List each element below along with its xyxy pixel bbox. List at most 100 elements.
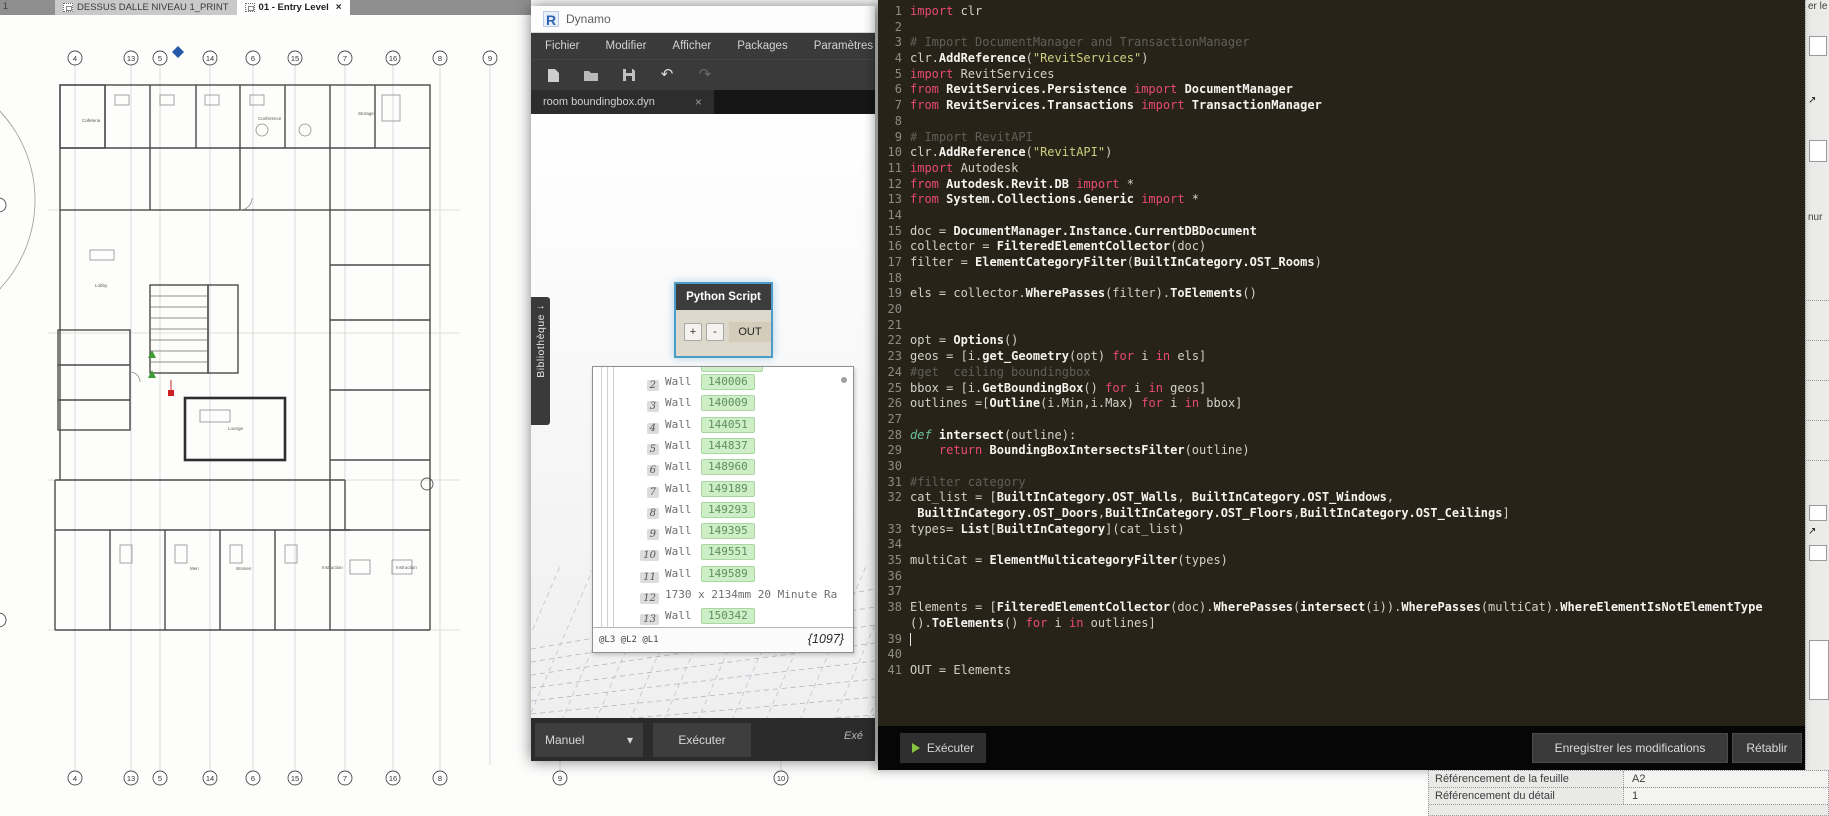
python-node-out-port[interactable]: OUT [729, 322, 771, 342]
view-tab-fragment[interactable]: 1 [0, 0, 10, 15]
grid-bubbles-top: 41351461571689 [68, 51, 497, 65]
walls [55, 85, 430, 630]
arrow-right-icon: → [536, 301, 546, 312]
chevron-down-icon: ▾ [627, 733, 633, 747]
grid-bubble-partial [0, 198, 6, 212]
stair-treads [150, 296, 208, 362]
table-row: Référencement du détail 1 [1429, 788, 1828, 805]
code-line: 2 [878, 20, 1805, 36]
text-cursor [910, 633, 911, 646]
watch-level-tags[interactable]: @L3 @L2 @L1 [599, 635, 659, 645]
python-node-remove-input-button[interactable]: - [706, 323, 724, 341]
redo-icon[interactable]: ↷ [697, 67, 713, 83]
menu-item-paramtres[interactable]: Paramètres [814, 40, 873, 52]
open-file-icon[interactable] [583, 67, 599, 83]
clipped-text-fragment: er le [1808, 1, 1829, 12]
code-line: 13from System.Collections.Generic import… [878, 192, 1805, 208]
code-line: 12from Autodesk.Revit.DB import * [878, 177, 1805, 193]
code-text-area[interactable]: 1import clr23# Import DocumentManager an… [878, 0, 1805, 726]
radial-grid-arc [0, 70, 35, 330]
screen: 41351461571689 4135146157168910 Cafeteri… [0, 0, 1829, 816]
code-line: 41OUT = Elements [878, 663, 1805, 679]
dynamo-run-button[interactable]: Exécuter [653, 723, 751, 757]
menu-item-fichier[interactable]: Fichier [545, 40, 580, 52]
new-file-icon[interactable] [545, 67, 561, 83]
dynamo-titlebar[interactable]: R Dynamo [531, 6, 875, 33]
watch-row: 13Wall150342 [593, 609, 853, 627]
room-label: Men [190, 566, 199, 571]
save-icon[interactable] [621, 67, 637, 83]
grid-bubble-partial [0, 613, 6, 627]
revert-button[interactable]: Rétablir [1732, 733, 1802, 763]
menu-item-afficher[interactable]: Afficher [672, 40, 711, 52]
svg-text:10: 10 [777, 774, 785, 783]
room-label: Lounge [228, 426, 244, 431]
close-tab-icon[interactable]: × [336, 2, 342, 13]
python-node-header[interactable]: Python Script [676, 284, 771, 310]
close-file-tab-icon[interactable]: × [695, 95, 702, 109]
code-line: 14 [878, 208, 1805, 224]
code-line: 28def intersect(outline): [878, 428, 1805, 444]
code-line: 6from RevitServices.Persistence import D… [878, 82, 1805, 98]
view-tab-dessus-dalle[interactable]: DESSUS DALLE NIVEAU 1_PRINT [55, 0, 237, 15]
code-line: 25bbox = [i.GetBoundingBox() for i in ge… [878, 381, 1805, 397]
code-line: 33types= List[BuiltInCategory](cat_list) [878, 522, 1805, 538]
menu-item-packages[interactable]: Packages [737, 40, 788, 52]
code-line: 34 [878, 537, 1805, 553]
watch-scrollbar[interactable] [841, 377, 847, 383]
svg-text:7: 7 [343, 54, 347, 63]
undo-icon[interactable]: ↶ [659, 67, 675, 83]
watch-node[interactable]: 2Wall1400063Wall1400094Wall1440515Wall14… [592, 366, 854, 653]
code-line: 15doc = DocumentManager.Instance.Current… [878, 224, 1805, 240]
background-app-edge: er le ↗ nur ↗ [1805, 0, 1829, 770]
dynamo-window: R Dynamo Fichier Modifier Afficher Packages… [531, 6, 875, 761]
code-line: 23geos = [i.get_Geometry(opt) for i in e… [878, 349, 1805, 365]
python-script-editor: 1import clr23# Import DocumentManager an… [878, 0, 1805, 770]
svg-text:7: 7 [343, 774, 347, 783]
svg-text:14: 14 [206, 54, 214, 63]
svg-text:15: 15 [291, 774, 299, 783]
dynamo-canvas[interactable]: Python Script + - OUT 2Wall1400063Wall14… [531, 114, 875, 718]
watch-item-count: {1097} [808, 632, 844, 646]
editor-run-button[interactable]: Exécuter [900, 733, 986, 763]
svg-text:8: 8 [438, 774, 442, 783]
python-script-node[interactable]: Python Script + - OUT [676, 284, 771, 356]
code-line: 38Elements = [FilteredElementCollector(d… [878, 600, 1805, 616]
code-line: BuiltInCategory.OST_Doors,BuiltInCategor… [878, 506, 1805, 522]
watch-footer: @L3 @L2 @L1 {1097} [593, 627, 853, 652]
svg-text:5: 5 [158, 774, 162, 783]
code-line: 30 [878, 459, 1805, 475]
code-line: 29 return BoundingBoxIntersectsFilter(ou… [878, 443, 1805, 459]
room-label: Instruction [322, 565, 343, 570]
menu-item-modifier[interactable]: Modifier [606, 40, 647, 52]
save-changes-button[interactable]: Enregistrer les modifications [1532, 733, 1728, 763]
properties-table: Référencement de la feuille A2 Référence… [1428, 770, 1829, 816]
watch-row: 9Wall149395 [593, 524, 853, 542]
view-tab-entry-level[interactable]: 01 - Entry Level × [237, 0, 350, 15]
code-line: ().ToElements() for i in outlines] [878, 616, 1805, 632]
plan-view-icon [245, 3, 255, 12]
code-line: 27 [878, 412, 1805, 428]
code-line: 16collector = FilteredElementCollector(d… [878, 239, 1805, 255]
python-node-add-input-button[interactable]: + [684, 323, 702, 341]
library-panel-tab[interactable]: → Bibliothèque [531, 297, 550, 425]
code-line: 3# Import DocumentManager and Transactio… [878, 35, 1805, 51]
svg-text:9: 9 [488, 54, 492, 63]
code-line: 11import Autodesk [878, 161, 1805, 177]
svg-text:5: 5 [158, 54, 162, 63]
svg-text:16: 16 [389, 54, 397, 63]
code-line: 36 [878, 569, 1805, 585]
run-mode-select[interactable]: Manuel ▾ [535, 723, 643, 757]
watch-row: 8Wall149293 [593, 503, 853, 521]
file-tab[interactable]: room boundingbox.dyn × [531, 90, 714, 114]
room-label: Cafeteria [82, 118, 101, 123]
watch-row: 5Wall144837 [593, 439, 853, 457]
clipped-text-fragment: nur [1808, 212, 1829, 223]
svg-text:6: 6 [251, 54, 255, 63]
svg-text:16: 16 [389, 774, 397, 783]
code-line: 37 [878, 584, 1805, 600]
code-line: 7from RevitServices.Transactions import … [878, 98, 1805, 114]
watch-row: 3Wall140009 [593, 396, 853, 414]
arrow-glyph: ↗ [1808, 526, 1829, 537]
svg-text:4: 4 [73, 54, 77, 63]
